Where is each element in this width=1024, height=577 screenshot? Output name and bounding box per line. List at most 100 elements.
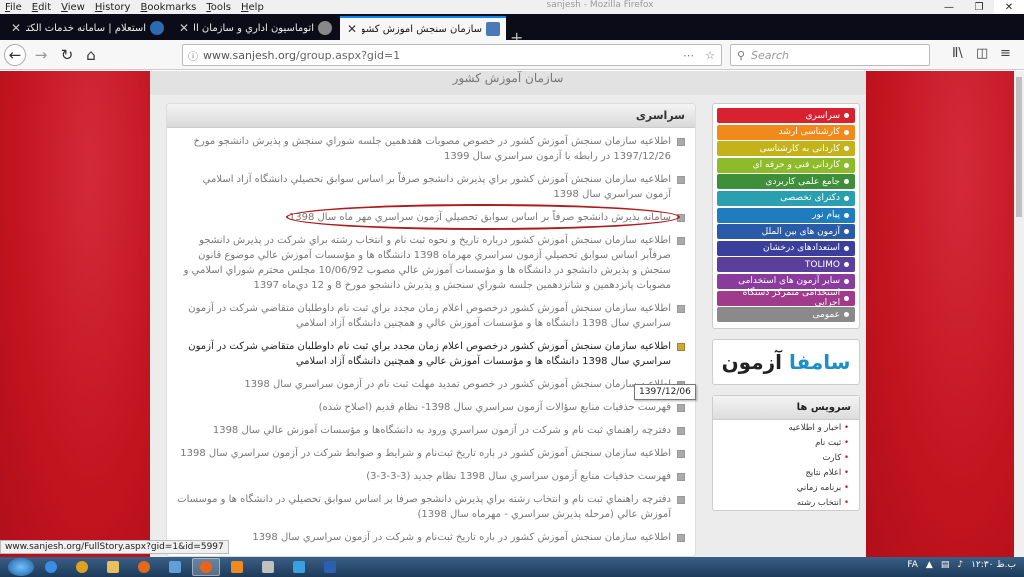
news-link[interactable]: اطلاعيه سازمان سنجش آموزش كشور درخصوص اع… [177,301,671,331]
service-link[interactable]: انتخاب رشته [713,495,859,510]
menu-tools[interactable]: Tools [201,2,236,13]
search-box[interactable]: ⚲ Search [730,44,930,66]
news-link[interactable]: فهرست حذفيات منابع سؤالات آزمون سراسري س… [319,400,671,415]
url-path: /group.aspx?gid=1 [295,48,401,62]
word-icon[interactable] [316,558,344,576]
news-item[interactable]: اطلاعيه سازمان سنجش آموزش كشور در باره ت… [177,446,685,461]
sidebar-icon[interactable]: ◫ [976,46,988,61]
news-link[interactable]: فهرست حذفيات منابع آزمون سراسري سال 1398… [366,469,671,484]
news-link[interactable]: اطلاعيه سازمان سنجش آموزش كشور در باره ت… [252,530,671,545]
language-indicator[interactable]: FA [907,560,918,570]
menu-item-label: کاردانی به کارشناسی [759,143,840,154]
menu-file[interactable]: File [0,2,27,13]
url-bar[interactable]: ⓘ www.sanjesh.org/group.aspx?gid=1 ⋯ ☆ [182,44,722,66]
news-link[interactable]: اطلاعيه سازمان سنجش آموزش كشور درباره تا… [177,233,671,293]
menu-item-arshad[interactable]: کارشناسی ارشد [717,124,855,140]
menu-item-talented[interactable]: استعدادهای درخشان [717,240,855,256]
menu-item-international[interactable]: آزمون های بین الملل [717,224,855,240]
close-tab-icon[interactable]: ✕ [10,21,22,35]
service-link[interactable]: ثبت نام [713,435,859,450]
volume-icon[interactable]: ♪ [957,560,963,570]
tray-arrow-icon[interactable]: ▲ [926,560,933,570]
news-link[interactable]: اطلاعيه سازمان سنجش آموزش كشور براي پذير… [177,172,671,202]
close-window-icon[interactable]: ✕ [994,0,1024,14]
news-link[interactable]: اطلاعيه سازمان سنجش آموزش كشور در خصوص ت… [244,377,671,392]
paint-icon[interactable] [285,558,313,576]
ie-icon[interactable] [37,558,65,576]
menu-item-general[interactable]: عمومی [717,307,855,323]
menu-edit[interactable]: Edit [27,2,56,13]
bookmark-star-icon[interactable]: ☆ [705,49,715,62]
forward-arrow-icon[interactable]: → [30,44,52,66]
news-item[interactable]: اطلاعيه سازمان سنجش آموزش كشور درخصوص اع… [177,301,685,331]
explorer-folder-icon[interactable] [99,558,127,576]
menu-item-sarasari[interactable]: سراسری [717,108,855,123]
media-player-icon[interactable] [130,558,158,576]
menu-item-fani-herfei[interactable]: کاردانی فنی و حرفه ای [717,157,855,173]
news-item[interactable]: اطلاعيه سازمان سنجش آموزش كشور در خصوص م… [177,134,685,164]
back-arrow-icon[interactable]: ← [4,44,26,66]
calculator-icon[interactable] [254,558,282,576]
window-controls: — ❐ ✕ [934,0,1024,14]
bullet-icon [844,113,849,118]
news-link[interactable]: اطلاعيه سازمان سنجش آموزش كشور درخصوص اع… [177,339,671,369]
site-info-icon[interactable]: ⓘ [183,48,203,63]
news-item[interactable]: فهرست حذفيات منابع آزمون سراسري سال 1398… [177,469,685,484]
news-item[interactable]: اطلاعيه سازمان سنجش آموزش كشور براي پذير… [177,172,685,202]
menu-bookmarks[interactable]: Bookmarks [135,2,201,13]
menu-item-other-employment[interactable]: سایر آزمون های استخدامی [717,273,855,289]
news-item[interactable]: فهرست حذفيات منابع سؤالات آزمون سراسري س… [177,400,685,415]
vlc-icon[interactable] [223,558,251,576]
hamburger-icon[interactable]: ≡ [1000,46,1011,61]
library-icon[interactable]: Ⅱ\ [952,46,963,61]
start-button-icon[interactable] [8,558,34,576]
home-icon[interactable]: ⌂ [80,44,102,66]
news-link[interactable]: اطلاعيه سازمان سنجش آموزش كشور در خصوص م… [177,134,671,164]
tab-estelam[interactable]: ✕ استعلام | سامانه خدمات الکترونیک [4,16,170,40]
close-tab-icon[interactable]: ✕ [346,22,358,36]
bullet-icon [844,312,849,318]
close-tab-icon[interactable]: ✕ [178,21,190,35]
news-item[interactable]: اطلاعيه سازمان سنجش آموزش كشور در باره ت… [177,530,685,545]
page-scrollbar[interactable] [1014,71,1024,557]
window-caption: sanjesh - Mozilla Firefox [546,0,654,10]
menu-item-elmi-karbordi[interactable]: جامع علمی کاربردی [717,174,855,190]
firefox-icon[interactable] [192,558,220,576]
news-item[interactable]: اطلاعيه سازمان سنجش آموزش كشور در خصوص ت… [177,377,685,392]
menu-item-label: آزمون های بین الملل [761,226,840,237]
page-actions-icon[interactable]: ⋯ [683,49,695,62]
menu-item-doctora[interactable]: دکترای تخصصی [717,190,855,206]
news-link[interactable]: دفترچه راهنماي ثبت نام و شركت در آزمون س… [213,423,671,438]
clock[interactable]: ۱۲:۳۰ ب.ظ [971,560,1016,570]
news-item[interactable]: دفترچه راهنماي ثبت نام و شركت در آزمون س… [177,423,685,438]
service-link[interactable]: برنامه زماني [713,480,859,495]
tab-automation[interactable]: ✕ اتوماسیون اداري و سازمان الکترونیک [172,16,338,40]
chrome-icon[interactable] [68,558,96,576]
right-decoration [866,71,1024,557]
menu-view[interactable]: View [56,2,90,13]
news-item-hovered[interactable]: اطلاعيه سازمان سنجش آموزش كشور درخصوص اع… [177,339,685,369]
bullet-icon [844,295,849,301]
reload-icon[interactable]: ↻ [56,44,78,66]
menu-item-payam-noor[interactable]: پیام نور [717,207,855,223]
minimize-icon[interactable]: — [934,0,964,14]
news-item[interactable]: دفترچه راهنماي ثبت نام و انتخاب رشته برا… [177,492,685,522]
news-link[interactable]: دفترچه راهنماي ثبت نام و انتخاب رشته برا… [177,492,671,522]
menu-help[interactable]: Help [236,2,269,13]
menu-item-label: استعدادهای درخشان [762,243,840,254]
tab-sanjesh[interactable]: ✕ سازمان سنجش آموزش کشور [340,16,506,40]
news-link[interactable]: اطلاعيه سازمان سنجش آموزش كشور در باره ت… [180,446,671,461]
service-link[interactable]: كارت [713,450,859,465]
menu-item-kardani-karshenasi[interactable]: کاردانی به کارشناسی [717,141,855,157]
service-link[interactable]: اعلام نتايج [713,465,859,480]
menu-history[interactable]: History [90,2,136,13]
scrollbar-thumb[interactable] [1016,77,1022,217]
network-tray-icon[interactable]: ▤ [941,560,950,570]
menu-item-central-employment[interactable]: استخدامی متمرکز دستگاه اجرایی [717,288,855,308]
service-link[interactable]: اخبار و اطلاعيه [713,420,859,435]
menu-item-tolimo[interactable]: TOLIMO [717,257,855,273]
samfa-logo[interactable]: آزمون سامفا [712,338,860,385]
network-icon[interactable] [161,558,189,576]
news-item[interactable]: اطلاعيه سازمان سنجش آموزش كشور درباره تا… [177,233,685,293]
restore-icon[interactable]: ❐ [964,0,994,14]
